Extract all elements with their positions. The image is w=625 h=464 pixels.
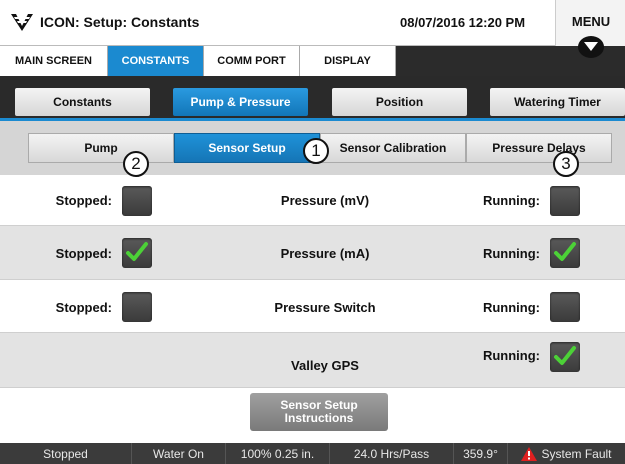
stopped-label: Stopped: <box>55 246 112 261</box>
tab-watering-timer[interactable]: Watering Timer <box>490 88 625 116</box>
warning-icon <box>521 446 538 461</box>
tab-display[interactable]: DISPLAY <box>300 46 396 76</box>
callout-marker: 3 <box>553 151 579 177</box>
running-label: Running: <box>482 348 540 363</box>
tab-label: COMM PORT <box>217 55 286 67</box>
tab-label: Position <box>375 95 424 109</box>
tab-main-screen[interactable]: MAIN SCREEN <box>0 46 108 76</box>
sensor-name: Pressure Switch <box>274 300 376 315</box>
stopped-label: Stopped: <box>55 193 112 208</box>
sensor-row: Stopped: Pressure (mA) Running: <box>0 226 625 280</box>
datetime-display: 08/07/2016 12:20 PM <box>400 15 526 30</box>
tab-label: DISPLAY <box>324 55 371 67</box>
tab-comm-port[interactable]: COMM PORT <box>204 46 300 76</box>
checkmark-icon <box>126 242 148 261</box>
tab-label: Pump <box>84 141 118 155</box>
tab-pressure-delays[interactable]: Pressure Delays <box>466 133 612 163</box>
sensor-row: Valley GPS Running: <box>0 333 625 388</box>
tab-constants[interactable]: CONSTANTS <box>108 46 204 76</box>
tab-label: Sensor Calibration <box>339 141 447 155</box>
percent-depth: 100% 0.25 in. <box>226 443 330 464</box>
tab-position[interactable]: Position <box>332 88 467 116</box>
running-label: Running: <box>482 300 540 315</box>
callout-marker: 2 <box>123 151 149 177</box>
chevron-down-icon[interactable] <box>578 36 604 58</box>
title-bar: ICON: Setup: Constants 08/07/2016 12:20 … <box>0 0 625 58</box>
callout-marker: 1 <box>303 138 329 164</box>
button-label-line: Instructions <box>284 411 354 425</box>
tab-constants-sub[interactable]: Constants <box>15 88 150 116</box>
pivot-state: Stopped <box>0 443 132 464</box>
status-bar: Stopped Water On 100% 0.25 in. 24.0 Hrs/… <box>0 443 625 464</box>
sensor-name: Pressure (mV) <box>280 193 370 208</box>
menu-label: MENU <box>571 14 611 29</box>
angle-readout: 359.9° <box>454 443 508 464</box>
sensor-row: Stopped: Pressure (mV) Running: <box>0 175 625 226</box>
stopped-label: Stopped: <box>55 300 112 315</box>
running-checkbox[interactable] <box>550 292 580 322</box>
sub-nav: Constants Pump & Pressure Position Water… <box>0 76 625 121</box>
stopped-checkbox[interactable] <box>122 292 152 322</box>
stopped-checkbox[interactable] <box>122 186 152 216</box>
tab-pump-pressure[interactable]: Pump & Pressure <box>173 88 308 116</box>
running-label: Running: <box>482 193 540 208</box>
tab-label: Sensor Setup <box>208 141 286 155</box>
tab-label: Pump & Pressure <box>190 95 291 109</box>
checkmark-icon <box>554 346 576 365</box>
sensor-name: Pressure (mA) <box>280 246 370 261</box>
running-checkbox[interactable] <box>550 342 580 372</box>
checkmark-icon <box>554 242 576 261</box>
tab-pump[interactable]: Pump <box>28 133 174 163</box>
sensor-setup-instructions-button[interactable]: Sensor Setup Instructions <box>250 393 388 431</box>
running-checkbox[interactable] <box>550 186 580 216</box>
tab-label: Watering Timer <box>514 95 601 109</box>
tab-label: MAIN SCREEN <box>14 55 92 67</box>
water-status: Water On <box>132 443 226 464</box>
tab-label: CONSTANTS <box>121 55 190 67</box>
page-title: ICON: Setup: Constants <box>40 14 200 30</box>
fault-label: System Fault <box>541 446 612 461</box>
tab-sensor-setup[interactable]: Sensor Setup <box>174 133 320 163</box>
system-fault-indicator[interactable]: System Fault <box>508 443 625 464</box>
valley-logo-icon <box>10 12 34 32</box>
tab-sensor-calibration[interactable]: Sensor Calibration <box>320 133 466 163</box>
running-label: Running: <box>482 246 540 261</box>
hours-per-pass: 24.0 Hrs/Pass <box>330 443 454 464</box>
tab-label: Constants <box>53 95 112 109</box>
main-nav: MAIN SCREEN CONSTANTS COMM PORT DISPLAY <box>0 46 625 76</box>
sensor-row: Stopped: Pressure Switch Running: <box>0 280 625 333</box>
stopped-checkbox[interactable] <box>122 238 152 268</box>
menu-button[interactable]: MENU <box>555 0 625 58</box>
sensor-name: Valley GPS <box>291 358 359 373</box>
running-checkbox[interactable] <box>550 238 580 268</box>
